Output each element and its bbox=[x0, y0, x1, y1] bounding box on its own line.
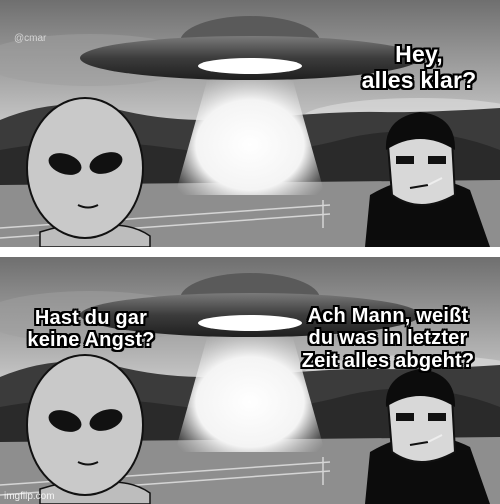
caption-angst: Hast du gar keine Angst? bbox=[27, 307, 155, 352]
scene-bottom bbox=[0, 257, 500, 504]
panel-top: @cmar Hey, alles klar? bbox=[0, 0, 500, 247]
watermark: @cmar bbox=[14, 33, 47, 44]
caption-ach-mann: Ach Mann, weißt du was in letzter Zeit a… bbox=[301, 305, 475, 372]
panel-bottom: Hast du gar keine Angst? Ach Mann, weißt… bbox=[0, 257, 500, 504]
meme: @cmar Hey, alles klar? Hast du gar keine… bbox=[0, 0, 500, 504]
caption-hey: Hey, alles klar? bbox=[361, 41, 477, 93]
scene-top bbox=[0, 0, 500, 247]
imgflip-credit: imgflip.com bbox=[4, 491, 55, 502]
